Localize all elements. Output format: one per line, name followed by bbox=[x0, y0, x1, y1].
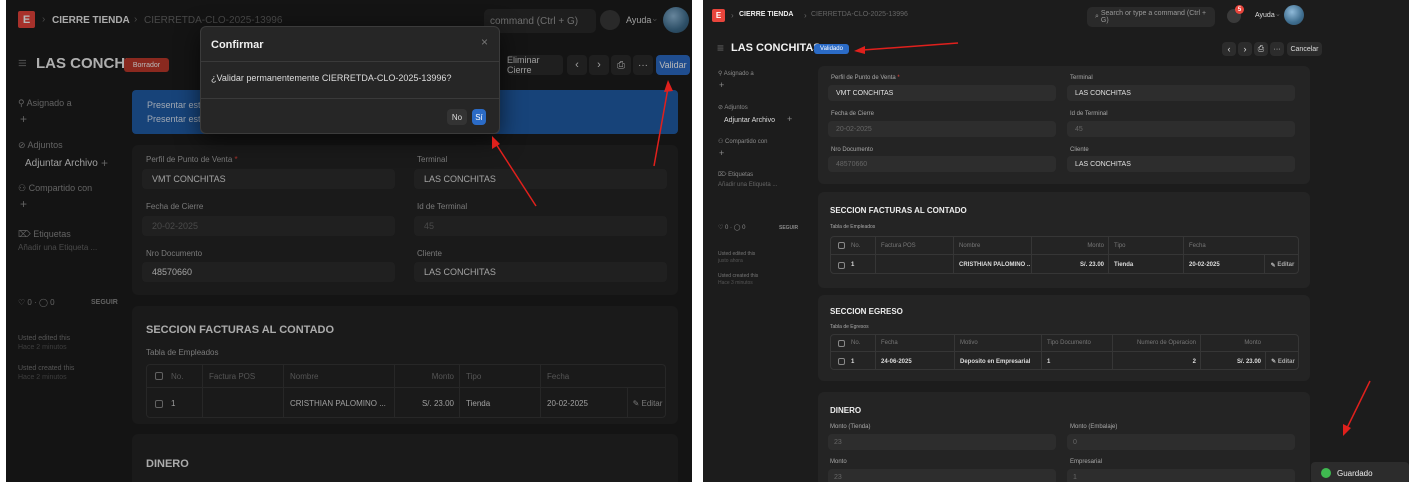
left-screenshot: E › CIERRE TIENDA › CIERRETDA-CLO-2025-1… bbox=[6, 0, 692, 482]
annotation-arrows bbox=[492, 80, 673, 207]
arrow-line bbox=[495, 143, 537, 207]
arrow-line bbox=[862, 42, 959, 51]
annotation-arrows bbox=[854, 42, 1371, 436]
arrow-head bbox=[854, 46, 865, 54]
arrow-line bbox=[1346, 380, 1371, 429]
right-screenshot: E › CIERRE TIENDA › CIERRETDA-CLO-2025-1… bbox=[703, 0, 1409, 482]
arrow-line bbox=[653, 87, 669, 167]
arrow-head bbox=[1343, 424, 1351, 436]
arrow-head bbox=[664, 80, 673, 92]
